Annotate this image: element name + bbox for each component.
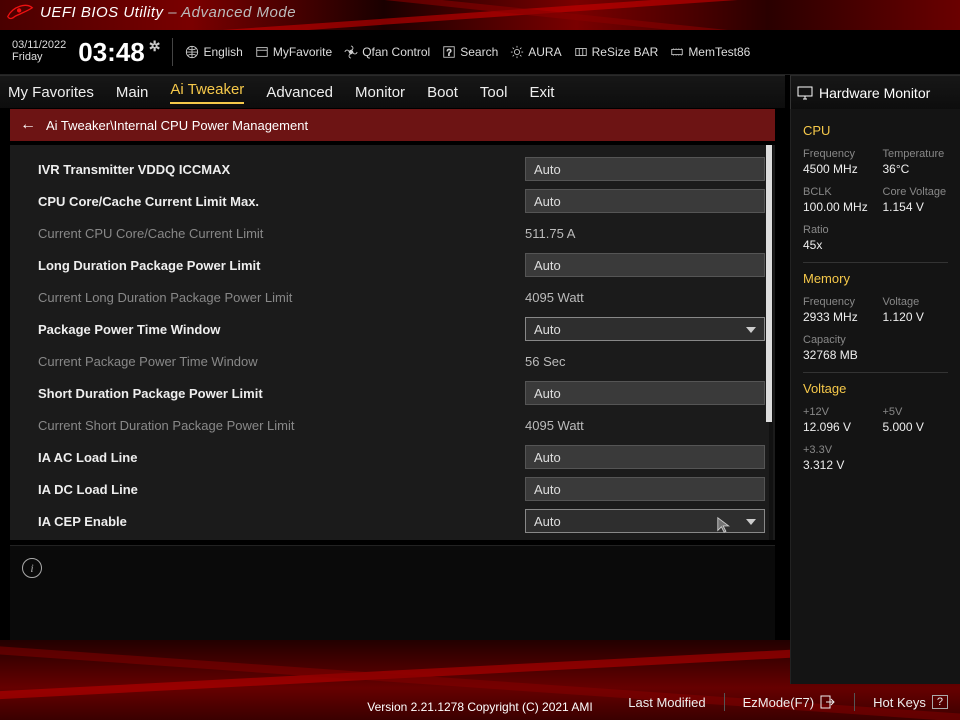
date-block: 03/11/2022 Friday: [12, 40, 66, 63]
setting-label: IVR Transmitter VDDQ ICCMAX: [38, 162, 525, 177]
setting-input[interactable]: Auto: [525, 477, 765, 501]
language-button[interactable]: English: [185, 45, 242, 59]
info-icon: i: [22, 558, 42, 578]
nav-tab-my-favorites[interactable]: My Favorites: [8, 84, 94, 101]
setting-label: Current Package Power Time Window: [38, 354, 525, 369]
setting-row: Current Package Power Time Window56 Sec: [38, 345, 765, 377]
breadcrumb: ← Ai Tweaker\Internal CPU Power Manageme…: [10, 109, 775, 141]
svg-text:?: ?: [447, 48, 452, 58]
app-title: UEFI BIOS Utility – Advanced Mode: [40, 4, 296, 21]
hw-monitor-header: Hardware Monitor: [790, 75, 960, 109]
nav-tab-tool[interactable]: Tool: [480, 84, 508, 101]
gear-icon[interactable]: ✲: [149, 38, 161, 55]
hw-cpu-title: CPU: [803, 123, 948, 138]
header-bar: 03/11/2022 Friday 03:48 ✲ English MyFavo…: [0, 30, 960, 75]
nav-tab-ai-tweaker[interactable]: Ai Tweaker: [170, 81, 244, 104]
nav-tab-main[interactable]: Main: [116, 84, 149, 101]
setting-label: Current Short Duration Package Power Lim…: [38, 418, 525, 433]
setting-label: IA AC Load Line: [38, 450, 525, 465]
setting-row: Short Duration Package Power LimitAuto: [38, 377, 765, 409]
crumb-path: Ai Tweaker\Internal CPU Power Management: [46, 118, 308, 133]
nav-tab-exit[interactable]: Exit: [529, 84, 554, 101]
memtest-button[interactable]: MemTest86: [670, 45, 750, 59]
monitor-icon: [797, 86, 813, 100]
main-nav: My Favorites Main Ai Tweaker Advanced Monito…: [0, 75, 785, 109]
setting-static-value: 4095 Watt: [525, 290, 765, 305]
setting-input[interactable]: Auto: [525, 381, 765, 405]
setting-label: Current Long Duration Package Power Limi…: [38, 290, 525, 305]
setting-row: CPU Core/Cache Current Limit Max.Auto: [38, 185, 765, 217]
title-main: UEFI BIOS Utility: [40, 4, 164, 21]
scrollbar-thumb[interactable]: [766, 145, 772, 422]
nav-tab-advanced[interactable]: Advanced: [266, 84, 333, 101]
setting-static-value: 4095 Watt: [525, 418, 765, 433]
setting-input[interactable]: Auto: [525, 157, 765, 181]
rog-logo-icon: [6, 2, 34, 24]
setting-static-value: 56 Sec: [525, 354, 765, 369]
setting-dropdown[interactable]: Auto: [525, 509, 765, 533]
setting-row: IA CEP EnableAuto: [38, 505, 765, 537]
setting-row: IA DC Load LineAuto: [38, 473, 765, 505]
hardware-monitor: CPU Frequency4500 MHz Temperature36°C BC…: [790, 109, 960, 684]
setting-row: Current CPU Core/Cache Current Limit511.…: [38, 217, 765, 249]
back-arrow-icon[interactable]: ←: [20, 116, 36, 134]
search-button[interactable]: ? Search: [442, 45, 498, 59]
version-text: Version 2.21.1278 Copyright (C) 2021 AMI: [0, 700, 960, 714]
nav-tab-monitor[interactable]: Monitor: [355, 84, 405, 101]
setting-row: Current Short Duration Package Power Lim…: [38, 409, 765, 441]
nav-tab-boot[interactable]: Boot: [427, 84, 458, 101]
setting-label: Package Power Time Window: [38, 322, 525, 337]
resizebar-button[interactable]: ReSize BAR: [574, 45, 659, 59]
setting-row: IA AC Load LineAuto: [38, 441, 765, 473]
setting-label: Current CPU Core/Cache Current Limit: [38, 226, 525, 241]
setting-row: IVR Transmitter VDDQ ICCMAXAuto: [38, 153, 765, 185]
hw-voltage-title: Voltage: [803, 381, 948, 396]
setting-dropdown[interactable]: Auto: [525, 317, 765, 341]
clock: 03:48 ✲: [78, 37, 160, 68]
setting-row: Package Power Time WindowAuto: [38, 313, 765, 345]
title-mode: Advanced Mode: [181, 4, 296, 21]
setting-row: Long Duration Package Power LimitAuto: [38, 249, 765, 281]
setting-label: IA DC Load Line: [38, 482, 525, 497]
myfavorite-button[interactable]: MyFavorite: [255, 45, 332, 59]
day-text: Friday: [12, 52, 66, 64]
setting-label: IA CEP Enable: [38, 514, 525, 529]
setting-label: Long Duration Package Power Limit: [38, 258, 525, 273]
setting-label: CPU Core/Cache Current Limit Max.: [38, 194, 525, 209]
aura-button[interactable]: AURA: [510, 45, 561, 59]
qfan-button[interactable]: Qfan Control: [344, 45, 430, 59]
setting-row: Current Long Duration Package Power Limi…: [38, 281, 765, 313]
setting-static-value: 511.75 A: [525, 226, 765, 241]
hw-memory-title: Memory: [803, 271, 948, 286]
setting-label: Short Duration Package Power Limit: [38, 386, 525, 401]
info-panel: i: [10, 545, 775, 640]
settings-panel: IVR Transmitter VDDQ ICCMAXAutoCPU Core/…: [10, 145, 775, 540]
setting-input[interactable]: Auto: [525, 445, 765, 469]
setting-input[interactable]: Auto: [525, 253, 765, 277]
setting-input[interactable]: Auto: [525, 189, 765, 213]
scrollbar-track[interactable]: [769, 145, 773, 540]
